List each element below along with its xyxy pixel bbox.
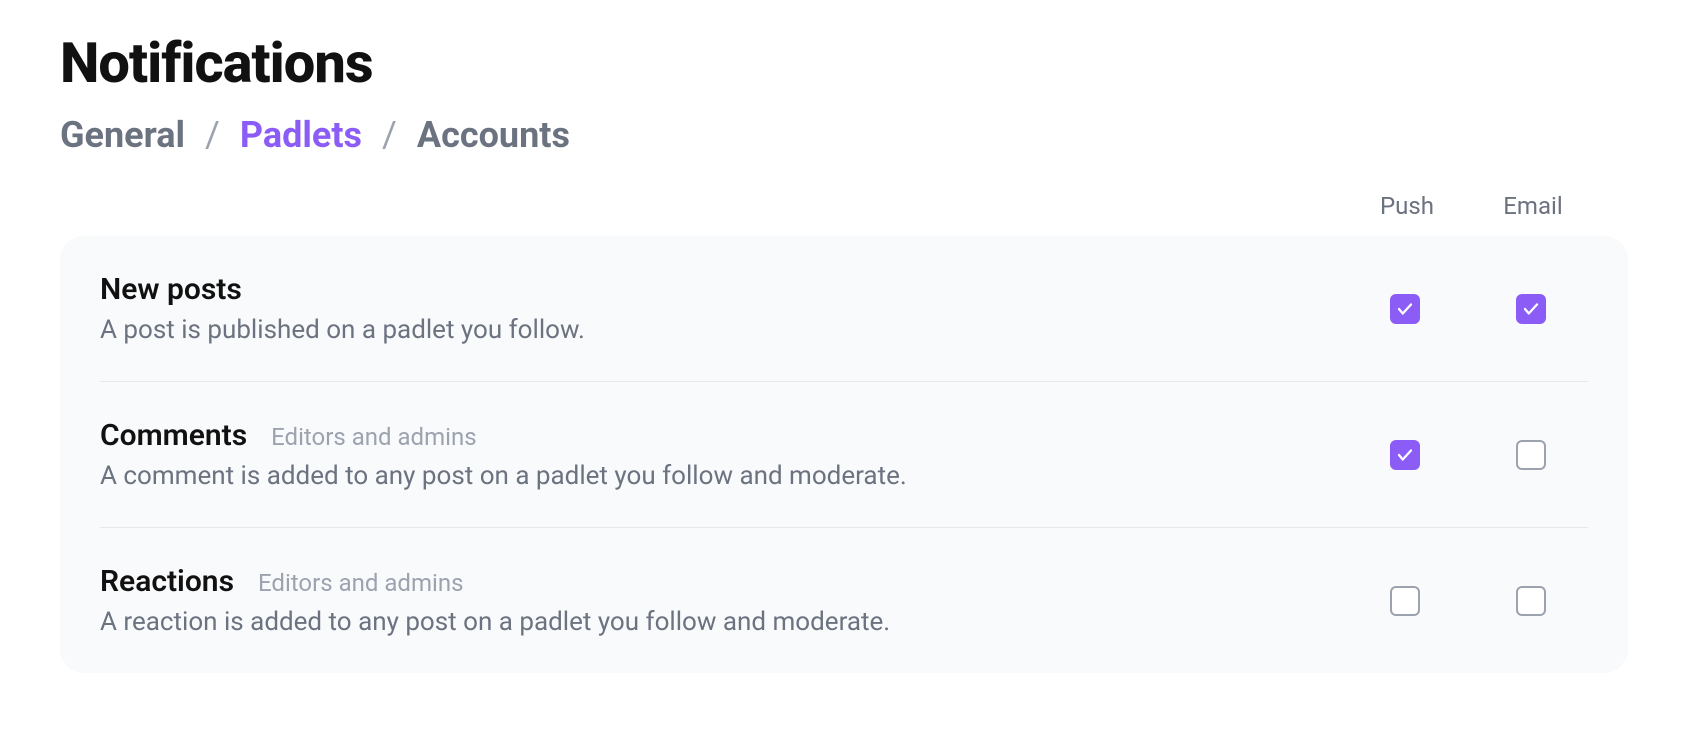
checkbox-push-comments[interactable] [1390,440,1420,470]
check-icon [1396,446,1414,464]
setting-badge: Editors and admins [258,569,463,597]
setting-row-comments: Comments Editors and admins A comment is… [100,382,1588,528]
setting-title: Comments [100,418,247,453]
tabs: General / Padlets / Accounts [60,114,1628,156]
settings-panel: New posts A post is published on a padle… [60,236,1628,673]
setting-description: A post is published on a padlet you foll… [100,315,1370,345]
column-header-email: Email [1498,192,1568,220]
tab-general[interactable]: General [60,114,185,156]
page-title: Notifications [60,30,1628,96]
setting-title: Reactions [100,564,234,599]
check-icon [1396,300,1414,318]
tab-accounts[interactable]: Accounts [417,114,570,156]
tab-separator: / [382,114,397,156]
checkbox-email-reactions[interactable] [1516,586,1546,616]
setting-row-reactions: Reactions Editors and admins A reaction … [100,528,1588,673]
checkbox-push-reactions[interactable] [1390,586,1420,616]
tab-separator: / [205,114,220,156]
tab-padlets[interactable]: Padlets [240,114,362,156]
setting-title: New posts [100,272,242,307]
setting-description: A reaction is added to any post on a pad… [100,607,1370,637]
checkbox-email-new-posts[interactable] [1516,294,1546,324]
setting-description: A comment is added to any post on a padl… [100,461,1370,491]
column-headers: Push Email [60,192,1628,236]
setting-badge: Editors and admins [271,423,476,451]
check-icon [1522,300,1540,318]
column-header-push: Push [1372,192,1442,220]
setting-row-new-posts: New posts A post is published on a padle… [100,236,1588,382]
checkbox-push-new-posts[interactable] [1390,294,1420,324]
checkbox-email-comments[interactable] [1516,440,1546,470]
